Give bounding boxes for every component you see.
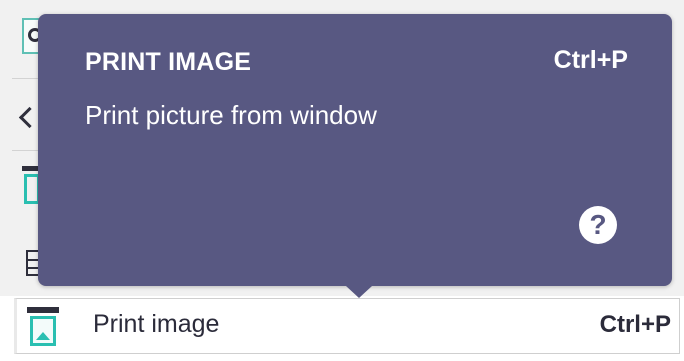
print-icon-bar <box>27 307 59 313</box>
help-icon[interactable]: ? <box>579 206 617 244</box>
tooltip-description: Print picture from window <box>85 100 377 130</box>
menu-item-label: Print image <box>93 310 220 338</box>
menu-item-shortcut: Ctrl+P <box>599 311 671 338</box>
tooltip-title: PRINT IMAGE <box>85 48 252 76</box>
menu-item-print-image[interactable]: Print image Ctrl+P <box>14 298 680 354</box>
tooltip: PRINT IMAGE Ctrl+P Print picture from wi… <box>38 14 672 298</box>
print-image-icon <box>27 307 59 347</box>
print-icon-frame <box>30 316 56 346</box>
tooltip-shortcut: Ctrl+P <box>553 46 628 74</box>
